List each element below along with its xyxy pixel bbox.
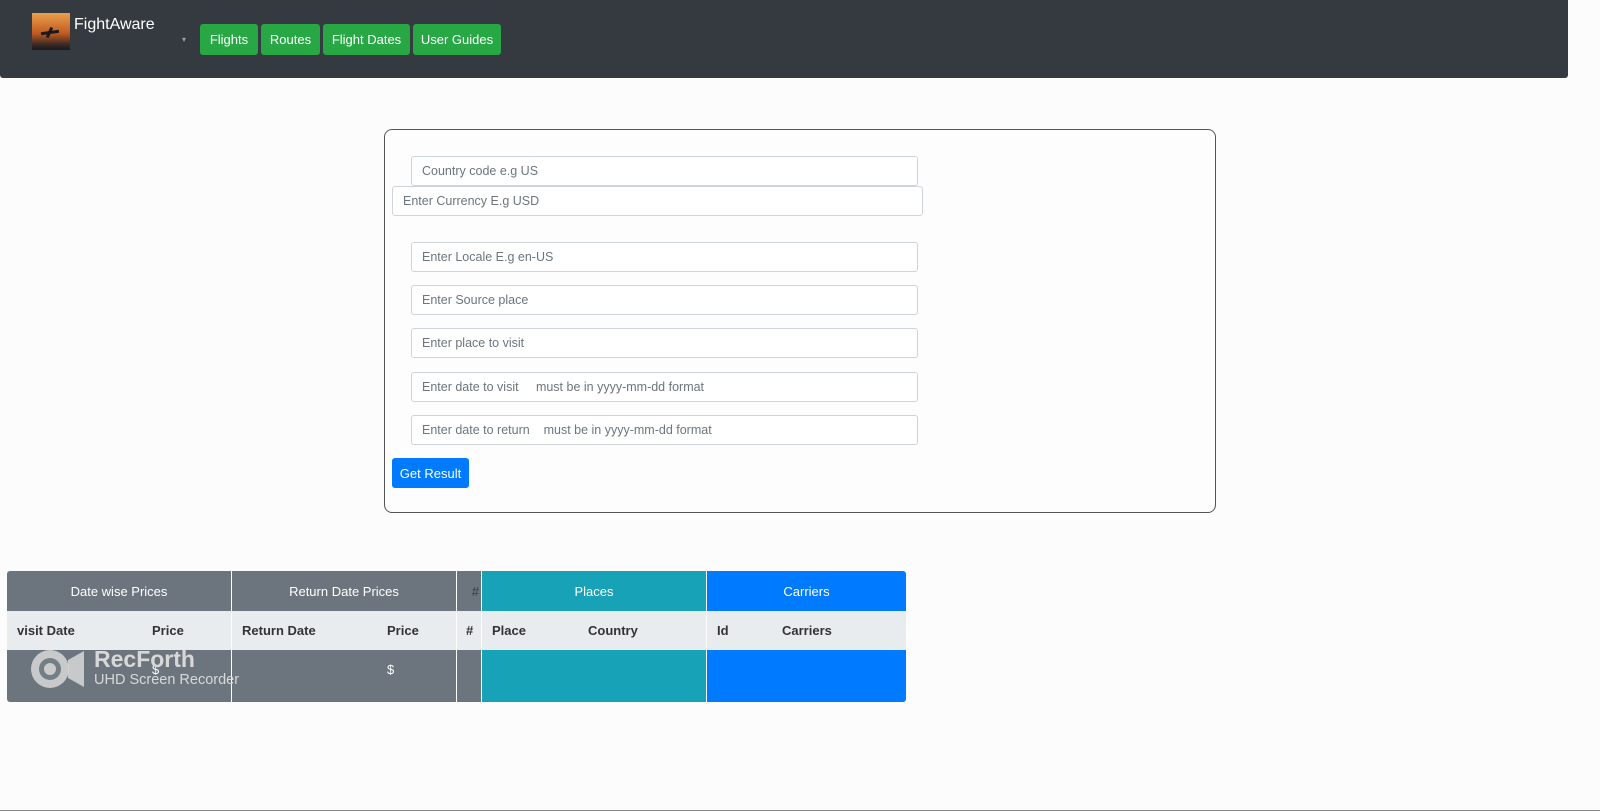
- locale-input[interactable]: [411, 242, 918, 272]
- visit-date-input[interactable]: [411, 372, 918, 402]
- table-title: Carriers: [783, 583, 830, 599]
- table-row: [707, 650, 906, 702]
- price-value: $: [387, 662, 395, 677]
- table-title: Date wise Prices: [70, 583, 168, 599]
- column-header: Price: [387, 623, 419, 638]
- source-place-input[interactable]: [411, 285, 918, 315]
- nav-flight-dates-button[interactable]: Flight Dates: [323, 24, 410, 55]
- carriers-table: Carriers Id Carriers: [707, 571, 906, 702]
- places-table: Places Place Country: [482, 571, 706, 702]
- column-header: Price: [152, 623, 184, 638]
- table-row: [482, 650, 706, 702]
- navbar: FightAware ▾ Flights Routes Flight Dates…: [0, 0, 1568, 78]
- caret-down-icon[interactable]: ▾: [182, 35, 186, 44]
- visit-place-input[interactable]: [411, 328, 918, 358]
- table-title: Places: [574, 583, 614, 599]
- currency-input[interactable]: [392, 186, 923, 216]
- recorder-watermark: RecForth UHD Screen Recorder: [30, 646, 270, 696]
- column-header: Id: [717, 623, 729, 638]
- column-header: visit Date: [17, 623, 75, 638]
- brand-logo[interactable]: [32, 13, 70, 50]
- table-row: [457, 650, 481, 702]
- index-column-table: # #: [457, 571, 481, 702]
- table-header-row: #: [457, 611, 481, 650]
- table-header-row: Id Carriers: [707, 611, 906, 650]
- return-date-input[interactable]: [411, 415, 918, 445]
- table-title: Return Date Prices: [289, 583, 399, 599]
- column-header: Country: [588, 623, 638, 638]
- nav-user-guides-button[interactable]: User Guides: [413, 24, 501, 55]
- watermark-subtitle: UHD Screen Recorder: [94, 672, 240, 688]
- nav-flights-button[interactable]: Flights: [200, 24, 258, 55]
- column-header: Return Date: [242, 623, 316, 638]
- video-camera-icon: [31, 650, 84, 688]
- brand-name[interactable]: FightAware: [74, 16, 155, 34]
- column-header: Carriers: [782, 623, 832, 638]
- watermark-title: RecForth: [94, 646, 195, 672]
- table-header-row: Return Date Price: [232, 611, 456, 650]
- nav-routes-button[interactable]: Routes: [261, 24, 320, 55]
- table-header-row: Place Country: [482, 611, 706, 650]
- column-header: #: [466, 623, 474, 638]
- table-header-row: visit Date Price: [7, 611, 231, 650]
- table-title: #: [471, 583, 479, 599]
- column-header: Place: [492, 623, 526, 638]
- country-code-input[interactable]: [411, 156, 918, 186]
- get-result-button[interactable]: Get Result: [392, 458, 469, 488]
